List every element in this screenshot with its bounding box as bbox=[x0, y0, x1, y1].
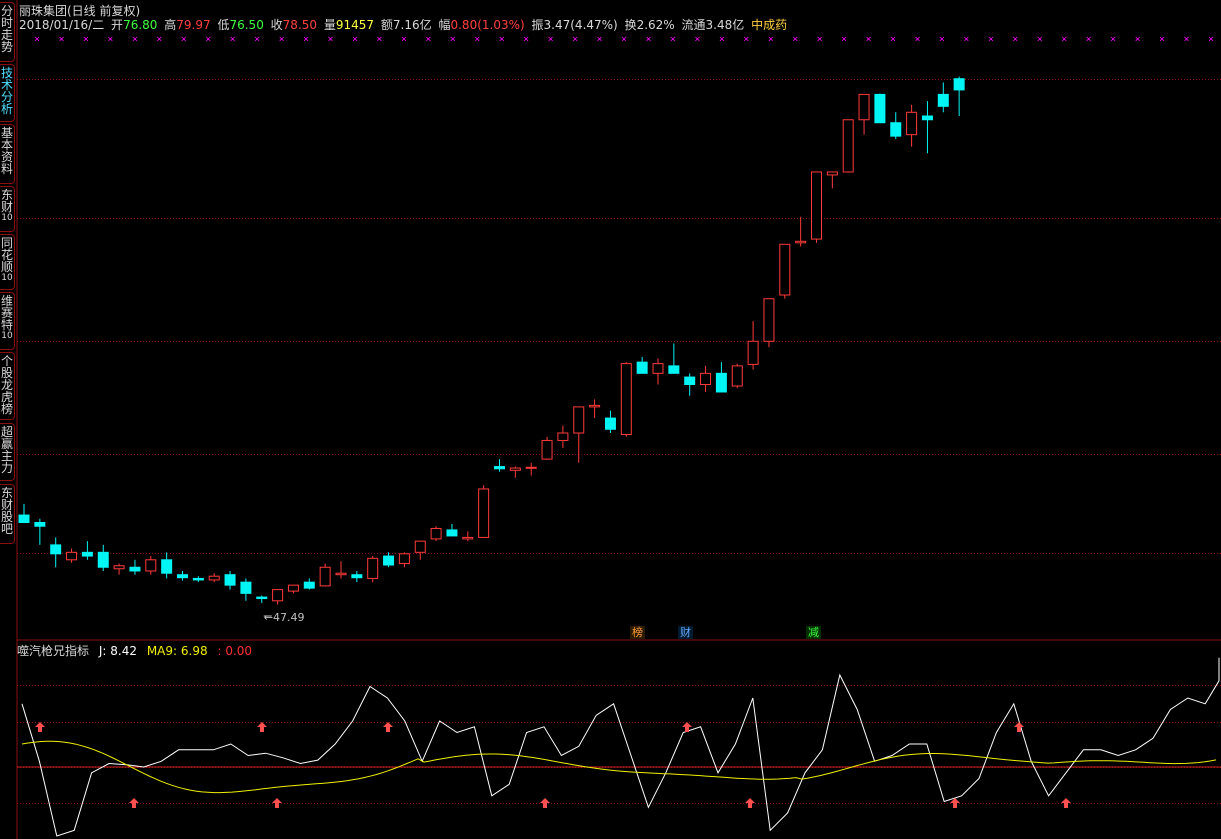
candle-body bbox=[414, 540, 426, 553]
candle-body bbox=[826, 171, 838, 176]
candle-body bbox=[177, 574, 188, 579]
buy-arrow-icon bbox=[1061, 798, 1071, 808]
candle-body bbox=[208, 575, 220, 581]
candle-body bbox=[937, 93, 949, 107]
quote-amplitude: 振3.47(4.47%) bbox=[531, 18, 618, 32]
buy-arrow-icon bbox=[257, 722, 267, 732]
candle-body bbox=[97, 551, 109, 568]
candle-body bbox=[557, 432, 569, 441]
candle-body bbox=[256, 596, 268, 600]
candle-body bbox=[34, 522, 46, 527]
event-tag-1[interactable]: 财 bbox=[678, 626, 693, 639]
candle-body bbox=[652, 363, 664, 374]
quote-close: 收78.50 bbox=[270, 18, 318, 32]
candle-body bbox=[494, 466, 505, 470]
candle-body bbox=[874, 93, 886, 124]
candle-body bbox=[953, 78, 965, 91]
candle-body bbox=[81, 551, 93, 557]
buy-arrow-icon bbox=[1014, 722, 1024, 732]
candle-body bbox=[145, 559, 157, 572]
candle-body bbox=[620, 363, 632, 435]
candle-body bbox=[668, 365, 680, 374]
indicator-name: 噬汽枪兄指标 bbox=[17, 644, 90, 658]
candle-body bbox=[398, 553, 410, 565]
buy-arrow-icon bbox=[383, 722, 393, 732]
candle-body bbox=[319, 566, 331, 587]
indicator-extra: : 0.00 bbox=[217, 644, 253, 658]
event-tag-2[interactable]: 减 bbox=[806, 626, 821, 639]
candle-body bbox=[636, 361, 648, 374]
candle-body bbox=[462, 536, 474, 540]
candle-body bbox=[272, 589, 284, 602]
indicator-j-line bbox=[21, 657, 1220, 837]
candle-body bbox=[287, 584, 299, 592]
candle-body bbox=[113, 565, 125, 570]
candle-body bbox=[890, 122, 902, 137]
candle-body bbox=[589, 404, 601, 408]
candle-body bbox=[811, 171, 822, 240]
candle-body bbox=[351, 574, 363, 579]
chart-area[interactable]: ←47.49 × × × × × × × × × × × × × × × × × … bbox=[0, 0, 1221, 839]
quote-turnover: 换2.62% bbox=[624, 18, 675, 32]
candle-body bbox=[715, 372, 727, 393]
quote-high: 高79.97 bbox=[164, 18, 211, 32]
candle-body bbox=[18, 514, 30, 524]
candle-body bbox=[50, 544, 62, 555]
candle-body bbox=[700, 372, 712, 386]
candle-body bbox=[779, 243, 791, 296]
indicator-ma9: MA9: 6.98 bbox=[146, 644, 208, 658]
buy-arrow-icon bbox=[129, 798, 139, 808]
candle-body bbox=[303, 581, 315, 589]
quote-open: 开76.80 bbox=[111, 18, 158, 32]
buy-arrow-icon bbox=[35, 722, 45, 732]
candle-body bbox=[192, 577, 204, 581]
quote-bar: 2018/01/16/二 开76.80 高79.97 低76.50 收78.50… bbox=[19, 16, 790, 33]
candle-body bbox=[604, 417, 616, 430]
candle-body bbox=[906, 111, 918, 136]
candle-body bbox=[747, 340, 759, 365]
quote-volume: 量91457 bbox=[323, 18, 375, 32]
buy-arrow-icon bbox=[540, 798, 550, 808]
quote-amount: 额7.16亿 bbox=[380, 18, 432, 32]
candle-body bbox=[858, 93, 870, 121]
candle-body bbox=[731, 365, 743, 387]
candle-body bbox=[478, 488, 490, 538]
candle-body bbox=[66, 551, 78, 561]
quote-sector[interactable]: 中成药 bbox=[751, 18, 787, 32]
candle-body bbox=[763, 298, 775, 342]
event-tag-0[interactable]: 榜 bbox=[630, 626, 645, 639]
candle-body bbox=[525, 466, 537, 469]
candle-body bbox=[161, 559, 173, 574]
candle-body bbox=[573, 406, 585, 434]
candle-body bbox=[446, 529, 458, 537]
candle-body bbox=[367, 557, 379, 579]
candle-body bbox=[684, 376, 696, 386]
candle-body bbox=[129, 566, 141, 572]
indicator-title[interactable]: 噬汽枪兄指标 J: 8.42 MA9: 6.98 : 0.00 bbox=[17, 642, 258, 659]
candle-body bbox=[430, 527, 442, 540]
buy-arrow-icon bbox=[272, 798, 282, 808]
buy-arrow-icon bbox=[745, 798, 755, 808]
indicator-j: J: 8.42 bbox=[98, 644, 137, 658]
candle-body bbox=[509, 467, 521, 471]
low-price-label: ←47.49 bbox=[264, 611, 305, 624]
candle-body bbox=[541, 439, 553, 460]
candle-body bbox=[383, 555, 395, 566]
candle-body bbox=[335, 572, 347, 576]
quote-change: 幅0.80(1.03%) bbox=[438, 18, 525, 32]
candle-body bbox=[224, 574, 236, 586]
quote-float: 流通3.48亿 bbox=[681, 18, 745, 32]
quote-date: 2018/01/16/二 bbox=[19, 18, 105, 32]
candle-body bbox=[240, 581, 252, 594]
candle-body bbox=[842, 119, 854, 173]
signal-markers-row: × × × × × × × × × × × × × × × × × × × × … bbox=[34, 34, 1214, 45]
candle-body bbox=[795, 240, 807, 244]
candle-body bbox=[921, 115, 933, 121]
quote-low: 低76.50 bbox=[217, 18, 264, 32]
